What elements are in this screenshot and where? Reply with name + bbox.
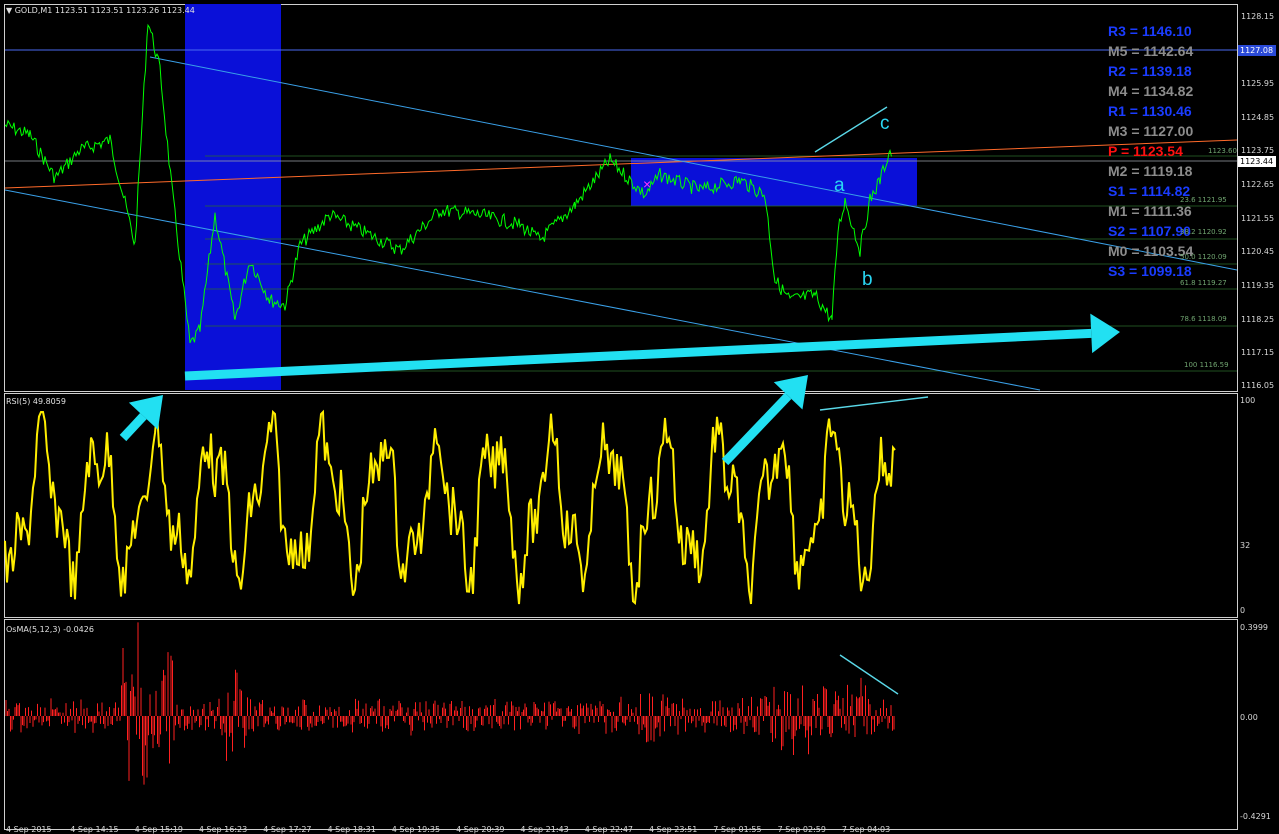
rsi-scale-32: 32 [1240,541,1251,550]
wave-label-b: b [862,269,873,290]
price-scale-label: 1122.65 [1241,180,1275,189]
time-axis-label: 4 Sep 2015 [6,825,52,834]
pivot-label: R2 = 1139.18 [1108,63,1192,79]
rsi-info-label: RSI(5) 49.8059 [6,397,66,406]
symbol-info: GOLD,M1 1123.51 1123.51 1123.26 1123.44 [14,6,195,15]
price-scale-label: 1121.55 [1241,214,1275,223]
time-axis-label: 4 Sep 17:27 [263,825,312,834]
pivot-label: M3 = 1127.00 [1108,123,1194,139]
main-trend-arrow-shaft [184,328,1092,381]
pivot-label: M2 = 1119.18 [1108,163,1193,179]
fib-label-382: 38.2 1120.92 [1180,228,1227,236]
pivot-label: P = 1123.54 [1108,143,1183,159]
demand-zone-rect [185,4,281,390]
main-trend-arrow [184,313,1120,381]
time-axis-label: 7 Sep 01:55 [713,825,762,834]
chart-graphics [4,4,1238,785]
price-scale-label: 1118.25 [1241,315,1275,324]
pivot-label: S2 = 1107.90 [1108,223,1191,239]
price-scale-label: 1128.15 [1241,12,1275,21]
current-price-tag: 1123.44 [1238,156,1276,167]
pivot-label: R1 = 1130.46 [1108,103,1192,119]
time-axis-label: 7 Sep 04:03 [841,825,891,834]
hline-price-tag: 1127.08 [1238,45,1276,56]
osma-info-label: OsMA(5,12,3) -0.0426 [6,625,94,634]
left-up-arrow-shaft [119,413,147,442]
fib-label-786: 78.6 1118.09 [1180,315,1227,323]
rsi-divergence-line [819,396,929,411]
time-axis-label: 4 Sep 21:43 [520,825,569,834]
time-axis-label: 4 Sep 19:35 [391,825,441,834]
time-axis-label: 4 Sep 22:47 [584,825,633,834]
pivot-label: M1 = 1111.36 [1108,203,1192,219]
pivot-label: S3 = 1099.18 [1108,263,1192,279]
rsi-scale-0: 0 [1240,606,1246,615]
cross-marker: × [643,176,652,192]
osma-divergence-line [839,654,899,695]
dropdown-arrow-icon[interactable]: ▼ [6,6,12,15]
price-scale-label: 1116.05 [1241,381,1275,390]
chart-info-label: ▼ GOLD,M1 1123.51 1123.51 1123.26 1123.4… [6,6,195,15]
pivot-label: M5 = 1142.64 [1108,43,1194,59]
fib-label-0: 1123.60 [1208,147,1237,155]
osma-scale-bottom: -0.4291 [1240,812,1271,821]
rsi-scale-100: 100 [1240,396,1256,405]
time-axis-label: 4 Sep 15:19 [134,825,183,834]
time-axis-label: 4 Sep 14:15 [70,825,119,834]
wave-c-line [814,106,888,153]
left-up-arrow [119,395,163,442]
price-scale-label: 1123.75 [1241,146,1275,155]
pivot-label: S1 = 1114.82 [1108,183,1191,199]
rsi-line [4,409,896,606]
price-scale-label: 1120.45 [1241,247,1275,256]
pivot-label: M4 = 1134.82 [1108,83,1194,99]
time-axis-label: 4 Sep 16:23 [198,825,248,834]
wave-label-a: a [834,175,845,196]
price-scale-label: 1124.85 [1241,113,1275,122]
main-trend-arrow-head [1090,313,1120,354]
price-scale-label: 1117.15 [1241,348,1275,357]
osma-scale-top: 0.3999 [1240,623,1268,632]
price-scale-label: 1119.35 [1241,281,1275,290]
fib-label-500: 50.0 1120.09 [1180,253,1227,261]
upper-channel-line [149,56,1238,271]
osma-scale-zero: 0.00 [1240,713,1258,722]
time-axis-label: 4 Sep 23:51 [649,825,698,834]
pivot-label: R3 = 1146.10 [1108,23,1192,39]
wave-label-c: c [880,113,890,134]
fib-label-236: 23.6 1121.95 [1180,196,1227,204]
price-scale-label: 1125.95 [1241,79,1275,88]
time-axis-label: 4 Sep 18:31 [327,825,376,834]
time-axis-label: 4 Sep 20:39 [456,825,505,834]
fib-label-618: 61.8 1119.27 [1180,279,1227,287]
time-axis-label: 7 Sep 02:59 [777,825,826,834]
right-up-arrow [721,375,808,466]
fib-label-100: 100 1116.59 [1184,361,1229,369]
